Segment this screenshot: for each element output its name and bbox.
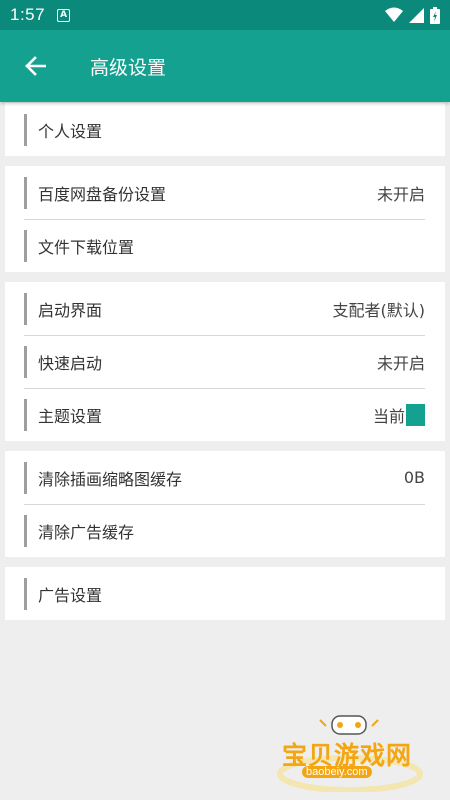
status-icons xyxy=(385,6,440,24)
setting-personal[interactable]: 个人设置 xyxy=(24,103,425,156)
setting-label: 主题设置 xyxy=(38,407,103,426)
row-indicator xyxy=(24,113,27,146)
row-indicator xyxy=(24,230,27,262)
status-time: 1:57 xyxy=(10,5,46,24)
setting-label: 广告设置 xyxy=(38,585,103,605)
settings-list: 个人设置 百度网盘备份设置 未开启 文件下载位置 启动界面 支配者(默认) 快速… xyxy=(0,102,450,620)
settings-group: 启动界面 支配者(默认) 快速启动 未开启 主题设置 当前 xyxy=(5,282,445,441)
theme-color-swatch xyxy=(406,404,425,426)
row-indicator xyxy=(24,176,27,209)
row-indicator xyxy=(24,461,27,494)
setting-value: 未开启 xyxy=(376,354,425,373)
settings-group: 清除插画缩略图缓存 0B 清除广告缓存 xyxy=(5,451,445,557)
setting-label: 个人设置 xyxy=(38,121,103,141)
setting-label: 清除插画缩略图缓存 xyxy=(38,469,183,489)
setting-theme[interactable]: 主题设置 当前 xyxy=(24,388,425,441)
row-indicator xyxy=(24,292,27,325)
setting-value: 当前 xyxy=(372,407,405,426)
setting-ads[interactable]: 广告设置 xyxy=(24,567,425,620)
setting-label: 百度网盘备份设置 xyxy=(38,184,167,204)
settings-group: 广告设置 xyxy=(5,567,445,620)
setting-clear-thumbnail-cache[interactable]: 清除插画缩略图缓存 0B xyxy=(24,451,425,504)
setting-launch-screen[interactable]: 启动界面 支配者(默认) xyxy=(24,282,425,335)
setting-label: 启动界面 xyxy=(38,300,103,320)
setting-label: 文件下载位置 xyxy=(38,238,135,257)
setting-value: 支配者(默认) xyxy=(332,300,426,320)
row-indicator xyxy=(24,577,27,610)
watermark-url: baobeiy.com xyxy=(302,766,372,778)
settings-group: 百度网盘备份设置 未开启 文件下载位置 xyxy=(5,166,445,272)
setting-download-location[interactable]: 文件下载位置 xyxy=(24,219,425,272)
app-bar: 高级设置 xyxy=(0,30,450,102)
setting-label: 清除广告缓存 xyxy=(38,523,135,542)
settings-group: 个人设置 xyxy=(5,103,445,156)
setting-value: 0B xyxy=(403,468,425,487)
status-bar: 1:57 A xyxy=(0,0,450,30)
arrow-left-icon xyxy=(25,56,46,76)
signal-icon xyxy=(409,7,424,23)
row-indicator xyxy=(24,346,27,378)
setting-clear-ad-cache[interactable]: 清除广告缓存 xyxy=(24,504,425,557)
notification-a-icon: A xyxy=(57,8,71,22)
wifi-icon xyxy=(385,7,403,22)
setting-quick-launch[interactable]: 快速启动 未开启 xyxy=(24,335,425,388)
row-indicator xyxy=(24,515,27,547)
watermark-logo: 宝贝游戏网 baobeiy.com xyxy=(270,712,430,792)
setting-value: 未开启 xyxy=(376,184,425,204)
row-indicator xyxy=(24,399,27,431)
setting-baidu-backup[interactable]: 百度网盘备份设置 未开启 xyxy=(24,166,425,219)
setting-label: 快速启动 xyxy=(38,354,103,373)
theme-value: 当前 xyxy=(373,403,425,427)
battery-icon xyxy=(430,6,440,24)
back-button[interactable] xyxy=(0,30,70,102)
page-title: 高级设置 xyxy=(90,56,167,79)
